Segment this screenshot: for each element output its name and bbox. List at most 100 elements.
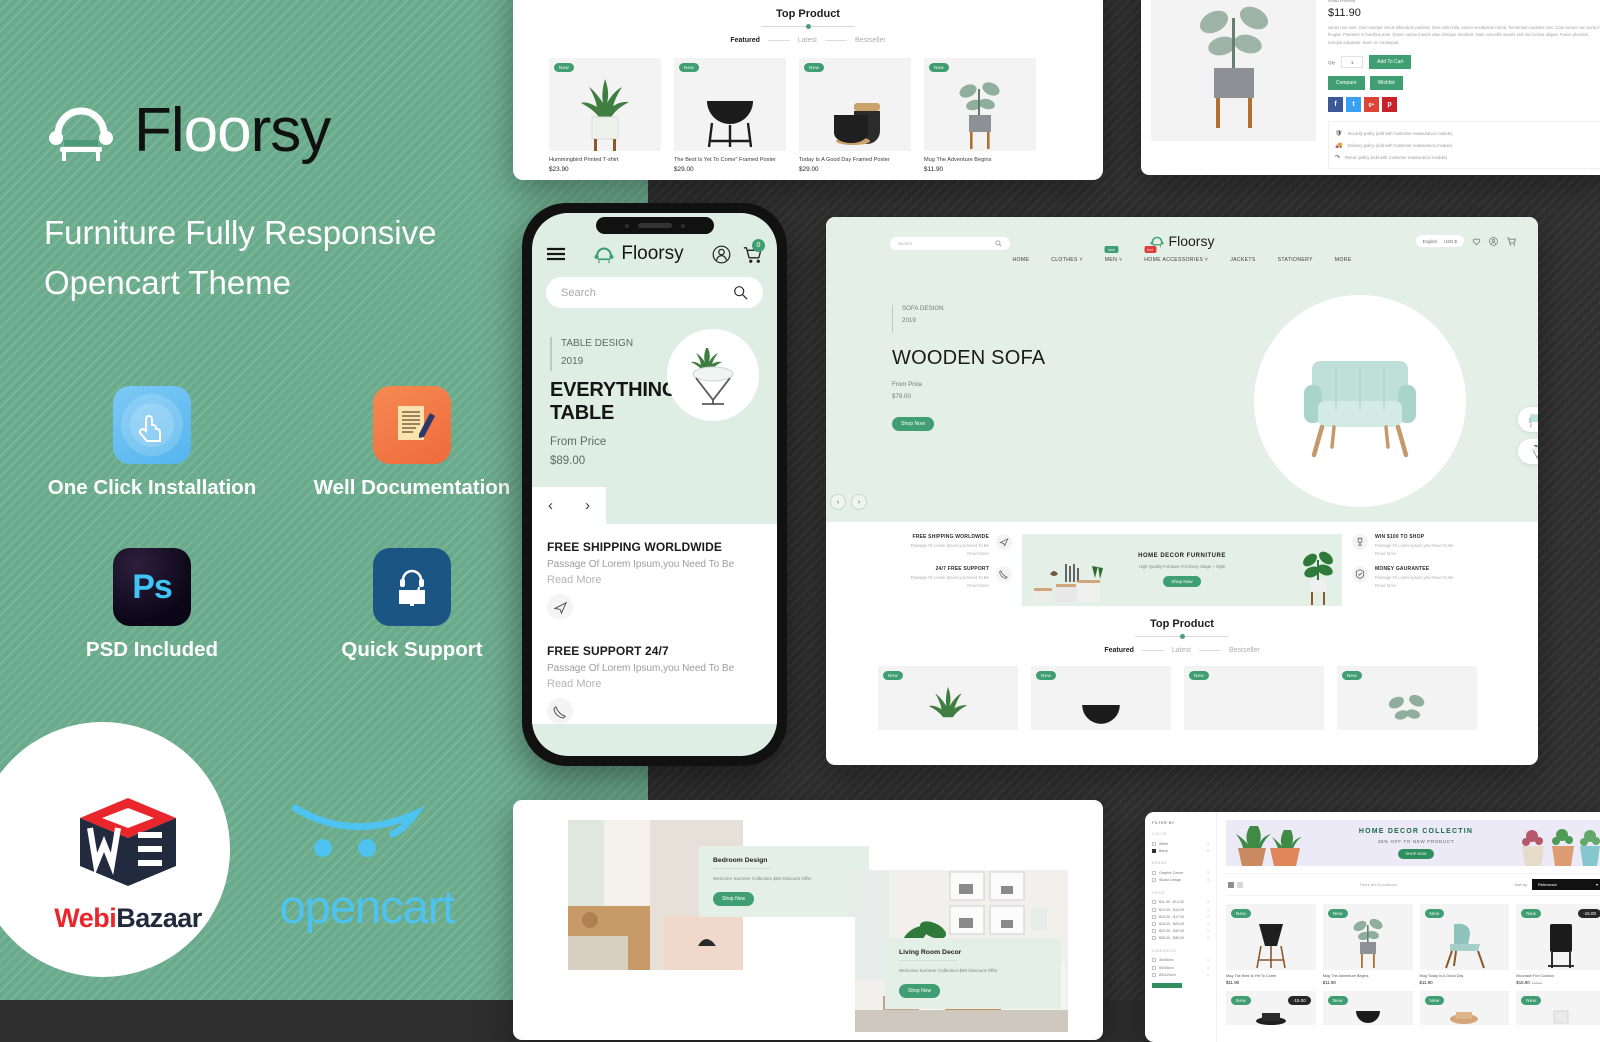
hero-thumb-table[interactable] [1518, 439, 1538, 464]
add-to-cart-button[interactable]: Add To Cart [1369, 55, 1412, 70]
checkbox[interactable] [1152, 936, 1156, 941]
livingroom-decor-card[interactable]: Living Room Decor Welcome Summer Collect… [885, 938, 1061, 1010]
grid-view-button[interactable] [1228, 881, 1234, 888]
product-card[interactable]: New Mug The Adventure Begins $11.90 [924, 58, 1036, 173]
product-card[interactable]: New -15.00 [1226, 991, 1316, 1025]
filter-row[interactable]: Black 5 [1152, 847, 1209, 854]
filter-row[interactable]: White 3 [1152, 840, 1209, 847]
product-card[interactable]: New The Best Is Yet To Come" Framed Post… [674, 58, 786, 173]
nav-item-more[interactable]: MORE [1335, 257, 1352, 263]
filter-row[interactable]: Graphic Corner 3 [1152, 869, 1209, 876]
product-card[interactable]: New [1337, 666, 1477, 730]
tab-latest[interactable]: Latest [798, 37, 817, 44]
tab-featured[interactable]: Featured [1104, 647, 1134, 654]
checkbox[interactable] [1152, 878, 1156, 883]
heart-icon[interactable] [1472, 237, 1481, 246]
checkbox[interactable] [1152, 965, 1156, 970]
filter-row[interactable]: $18.00 - $20.00 1 [1152, 920, 1209, 927]
banner-shop-now-button[interactable]: SHOP NOW [1398, 848, 1434, 859]
filter-row[interactable]: Studio Design 4 [1152, 877, 1209, 884]
checkbox[interactable] [1152, 914, 1156, 919]
product-card[interactable]: New Hummingbird Printed T-shirt $23.90 [549, 58, 661, 173]
product-card[interactable]: New [878, 666, 1018, 730]
tab-bestseller[interactable]: Bestseller [855, 37, 886, 44]
filter-row[interactable]: 60x90cm 1 [1152, 964, 1209, 971]
product-card[interactable]: New Mug The Adventure Begins $11.90 [1322, 904, 1413, 985]
wishlist-button[interactable]: Wishlist [1369, 76, 1403, 91]
product-card[interactable]: New Mug The Best Is Yet To Come $11.90 [1226, 904, 1316, 985]
cart-icon[interactable] [1506, 236, 1516, 246]
category-banner[interactable]: HOME DECOR COLLECTIN 35% OFF TO NEW PROD… [1226, 820, 1600, 866]
product-card[interactable]: New [1516, 991, 1600, 1025]
product-card[interactable]: New [1419, 991, 1510, 1025]
nav-item-men[interactable]: new MEN ˅ [1104, 246, 1122, 263]
service-read-more[interactable]: Read More [1375, 551, 1524, 556]
filter-row[interactable]: $35.00 - $36.00 1 [1152, 935, 1209, 942]
language-selector[interactable]: English [1423, 239, 1437, 244]
checkbox[interactable] [1152, 929, 1156, 934]
nav-item-home-accessories[interactable]: hot HOME ACCESSORIES ˅ [1144, 246, 1208, 263]
product-card[interactable]: New -15.00 Mountain Fox Cushion $15.90 $1… [1516, 904, 1600, 985]
hero-thumb-armchair[interactable] [1518, 407, 1538, 432]
product-detail-image[interactable] [1151, 0, 1316, 141]
product-card[interactable]: New Today Is A Good Day Framed Poster $2… [799, 58, 911, 173]
checkbox[interactable] [1152, 848, 1156, 853]
twitter-icon[interactable]: t [1346, 97, 1361, 113]
user-account-icon[interactable] [1489, 236, 1498, 246]
checkbox[interactable] [1152, 907, 1156, 912]
quantity-stepper[interactable]: 1 [1341, 56, 1364, 69]
tab-featured[interactable]: Featured [730, 37, 760, 44]
phone-prev-button[interactable]: ‹ [532, 487, 569, 525]
nav-item-stationery[interactable]: STATIONERY [1278, 257, 1313, 263]
tab-latest[interactable]: Latest [1172, 647, 1191, 654]
filter-apply-button[interactable] [1152, 983, 1182, 989]
compare-button[interactable]: Compare [1328, 76, 1365, 91]
hero-prev-button[interactable]: ‹ [830, 494, 846, 510]
product-card[interactable]: New [1184, 666, 1324, 730]
filter-row[interactable]: 80x120cm 1 [1152, 971, 1209, 978]
service-read-more[interactable]: Read More [840, 551, 989, 556]
pinterest-icon[interactable]: p [1382, 97, 1397, 113]
sort-select[interactable]: Relevance ▾ [1532, 879, 1600, 890]
hero-next-button[interactable]: › [851, 494, 867, 510]
filter-row[interactable]: 40x60cm 1 [1152, 957, 1209, 964]
checkbox[interactable] [1152, 972, 1156, 977]
checkbox[interactable] [1152, 958, 1156, 963]
nav-item-jackets[interactable]: JACKETS [1230, 257, 1255, 263]
phone-logo[interactable]: Floorsy [593, 243, 684, 265]
bedroom-design-card[interactable]: Bedroom Design Welcome Summer Collection… [699, 846, 869, 918]
product-card[interactable]: New [1322, 991, 1413, 1025]
service-read-more[interactable]: Read More [547, 678, 762, 690]
search-input[interactable]: Search [890, 237, 1010, 250]
facebook-icon[interactable]: f [1328, 97, 1343, 113]
phone-search-input[interactable]: Search [546, 277, 763, 308]
checkbox[interactable] [1152, 870, 1156, 875]
service-read-more[interactable]: Read More [840, 583, 989, 588]
card-shop-now-button[interactable]: Shop Now [713, 892, 755, 907]
checkbox[interactable] [1152, 900, 1156, 905]
card-shop-now-button[interactable]: Shop Now [899, 984, 941, 999]
product-card[interactable]: New [1031, 666, 1171, 730]
product-card[interactable]: New Mug Today Is A Good Day $11.90 [1419, 904, 1510, 985]
currency-selector[interactable]: USD $ [1444, 239, 1457, 244]
hero-shop-now-button[interactable]: Shop Now [892, 417, 934, 431]
google-plus-icon[interactable]: g+ [1364, 97, 1379, 113]
nav-item-home[interactable]: HOME [1013, 257, 1030, 263]
checkbox[interactable] [1152, 841, 1156, 846]
home-decor-banner[interactable]: HOME DECOR FURNITURE High-Quality Furnit… [1022, 534, 1342, 606]
filter-row[interactable]: $13.00 - $14.00 1 [1152, 906, 1209, 913]
tab-bestseller[interactable]: Bestseller [1229, 647, 1260, 654]
filter-row[interactable]: $11.00 - $12.00 4 [1152, 899, 1209, 906]
phone-next-button[interactable]: › [569, 487, 606, 525]
hamburger-menu-icon[interactable] [547, 247, 565, 261]
checkbox[interactable] [1152, 921, 1156, 926]
desktop-logo[interactable]: Floorsy [1150, 233, 1214, 249]
banner-shop-now-button[interactable]: Shop Now [1163, 575, 1201, 587]
service-read-more[interactable]: Read More [1375, 583, 1524, 588]
read-review-link[interactable]: Read Review [1328, 0, 1600, 3]
filter-row[interactable]: $29.00 - $30.00 1 [1152, 928, 1209, 935]
service-read-more[interactable]: Read More [547, 574, 762, 586]
user-account-icon[interactable] [712, 245, 731, 264]
filter-row[interactable]: $15.00 - $17.00 2 [1152, 913, 1209, 920]
nav-item-clothes[interactable]: CLOTHES ˅ [1051, 257, 1083, 263]
